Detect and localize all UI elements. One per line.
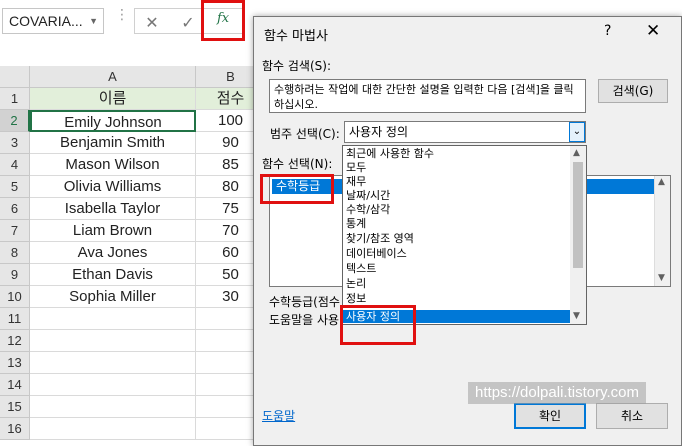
column-header-a[interactable]: A bbox=[30, 66, 196, 88]
category-label: 범주 선택(C): bbox=[270, 127, 340, 141]
category-select[interactable]: 사용자 정의 ⌄ bbox=[344, 121, 586, 143]
category-option[interactable]: 모두 bbox=[343, 161, 571, 174]
dialog-title: 함수 마법사 bbox=[264, 29, 328, 44]
row-header[interactable]: 10 bbox=[0, 286, 30, 308]
cancel-button[interactable]: 취소 bbox=[596, 403, 668, 429]
cell-name[interactable]: Isabella Taylor bbox=[30, 198, 196, 220]
category-option[interactable]: 찾기/참조 영역 bbox=[343, 232, 571, 245]
empty-cell[interactable] bbox=[30, 330, 196, 352]
category-option[interactable]: 텍스트 bbox=[343, 262, 571, 275]
scroll-up-icon[interactable]: ▲ bbox=[573, 148, 580, 158]
name-box-value: COVARIA... bbox=[9, 13, 83, 29]
cell-name[interactable]: Sophia Miller bbox=[30, 286, 196, 308]
function-list-scrollbar[interactable]: ▲ ▼ bbox=[654, 176, 670, 286]
scroll-up-icon[interactable]: ▲ bbox=[658, 177, 665, 187]
row-header[interactable]: 9 bbox=[0, 264, 30, 286]
watermark-text: https://dolpali.tistory.com bbox=[468, 382, 646, 404]
category-option[interactable]: 수학/삼각 bbox=[343, 203, 571, 216]
chevron-down-icon[interactable]: ▼ bbox=[89, 16, 98, 26]
category-option[interactable]: 논리 bbox=[343, 277, 571, 290]
search-button[interactable]: 검색(G) bbox=[598, 79, 668, 103]
help-link[interactable]: 도움말 bbox=[262, 407, 295, 424]
function-description: 수학등급(점수 bbox=[269, 295, 340, 309]
row-header[interactable]: 13 bbox=[0, 352, 30, 374]
scroll-down-icon[interactable]: ▼ bbox=[573, 311, 580, 321]
enter-formula-icon[interactable]: ✓ bbox=[175, 13, 201, 32]
category-option[interactable]: 통계 bbox=[343, 217, 571, 230]
empty-cell[interactable] bbox=[30, 396, 196, 418]
category-option[interactable]: 최근에 사용한 함수 bbox=[343, 147, 571, 160]
row-header[interactable]: 3 bbox=[0, 132, 30, 154]
help-icon[interactable]: ? bbox=[604, 23, 611, 39]
row-header[interactable]: 16 bbox=[0, 418, 30, 440]
category-option[interactable]: 정보 bbox=[343, 292, 571, 305]
category-option[interactable]: 날짜/시간 bbox=[343, 189, 571, 202]
search-label: 함수 검색(S): bbox=[262, 59, 331, 73]
cell-name[interactable]: Benjamin Smith bbox=[30, 132, 196, 154]
category-value: 사용자 정의 bbox=[349, 125, 409, 139]
scroll-thumb[interactable] bbox=[573, 162, 583, 268]
highlight-box-function bbox=[260, 174, 334, 204]
row-header[interactable]: 11 bbox=[0, 308, 30, 330]
empty-cell[interactable] bbox=[30, 352, 196, 374]
empty-cell[interactable] bbox=[30, 418, 196, 440]
category-option[interactable]: 재무 bbox=[343, 175, 571, 188]
search-input[interactable]: 수행하려는 작업에 대한 간단한 설명을 입력한 다음 [검색]을 클릭하십시오… bbox=[269, 79, 586, 113]
ok-button[interactable]: 확인 bbox=[514, 403, 586, 429]
name-box[interactable]: COVARIA... ▼ bbox=[2, 8, 104, 34]
row-header[interactable]: 12 bbox=[0, 330, 30, 352]
close-icon[interactable]: ✕ bbox=[646, 21, 660, 41]
row-header[interactable]: 6 bbox=[0, 198, 30, 220]
function-label: 함수 선택(N): bbox=[262, 157, 333, 171]
select-all-corner[interactable] bbox=[0, 66, 30, 88]
row-header[interactable]: 5 bbox=[0, 176, 30, 198]
cell-name[interactable]: Ethan Davis bbox=[30, 264, 196, 286]
scroll-down-icon[interactable]: ▼ bbox=[658, 273, 665, 283]
row-header[interactable]: 2 bbox=[0, 110, 30, 132]
highlight-box-category bbox=[340, 305, 416, 345]
row-header[interactable]: 1 bbox=[0, 88, 30, 110]
dropdown-scrollbar[interactable]: ▲ ▼ bbox=[570, 146, 586, 324]
cell-name[interactable]: Olivia Williams bbox=[30, 176, 196, 198]
row-header[interactable]: 7 bbox=[0, 220, 30, 242]
help-text: 도움말을 사용 bbox=[269, 313, 340, 327]
chevron-down-icon[interactable]: ⌄ bbox=[569, 122, 585, 142]
cancel-formula-icon[interactable]: ✕ bbox=[139, 13, 165, 32]
cell-name[interactable]: Liam Brown bbox=[30, 220, 196, 242]
category-option[interactable]: 데이터베이스 bbox=[343, 247, 571, 260]
row-header[interactable]: 4 bbox=[0, 154, 30, 176]
row-header[interactable]: 14 bbox=[0, 374, 30, 396]
cell-name[interactable]: Emily Johnson bbox=[30, 110, 196, 132]
drag-handle-icon[interactable]: ⋮ bbox=[115, 8, 129, 22]
row-header[interactable]: 8 bbox=[0, 242, 30, 264]
cell-name[interactable]: Ava Jones bbox=[30, 242, 196, 264]
row-header[interactable]: 15 bbox=[0, 396, 30, 418]
cell-name[interactable]: Mason Wilson bbox=[30, 154, 196, 176]
cell-a1[interactable]: 이름 bbox=[30, 88, 196, 110]
empty-cell[interactable] bbox=[30, 374, 196, 396]
insert-function-icon[interactable]: fx bbox=[217, 11, 229, 26]
empty-cell[interactable] bbox=[30, 308, 196, 330]
category-dropdown[interactable]: 최근에 사용한 함수 모두 재무 날짜/시간 수학/삼각 통계 찾기/참조 영역… bbox=[342, 145, 587, 325]
